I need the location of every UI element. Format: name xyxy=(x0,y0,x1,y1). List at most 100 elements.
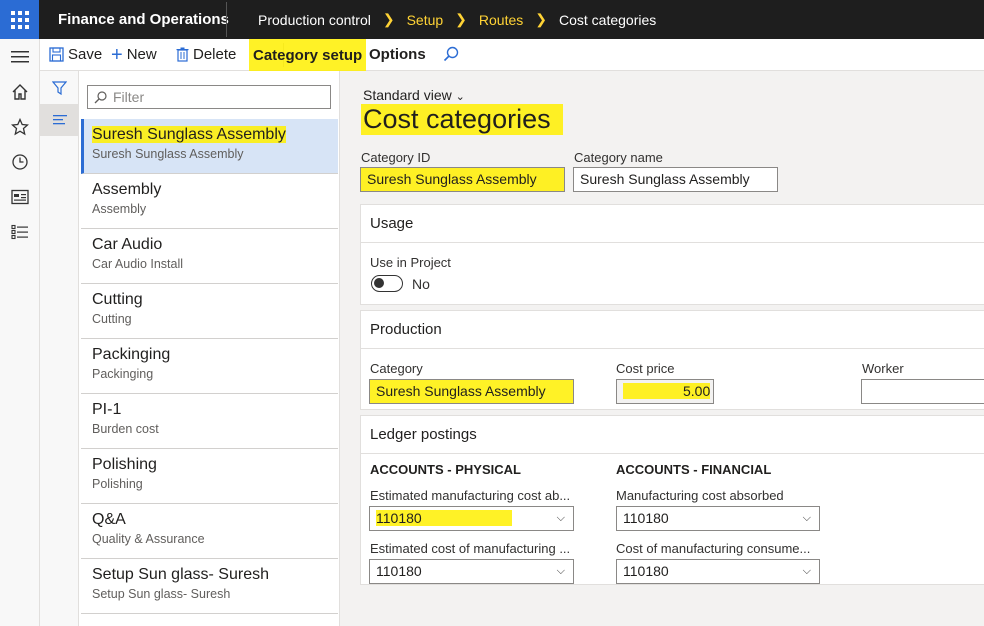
list-item[interactable]: Suresh Sunglass Assembly Suresh Sunglass… xyxy=(81,119,338,174)
home-icon[interactable] xyxy=(0,74,40,109)
list-item[interactable]: Cutting Cutting xyxy=(81,284,338,339)
funnel-filter-icon[interactable] xyxy=(52,81,67,95)
chevron-down-icon: ⌵ xyxy=(556,512,565,524)
est-absorbed-account-select[interactable]: 110180 ⌵ xyxy=(369,506,574,531)
list-item-subtitle: Car Audio Install xyxy=(92,257,184,271)
list-item-title: Cutting xyxy=(92,291,143,308)
app-launcher-icon[interactable] xyxy=(0,0,39,39)
list-filter-column xyxy=(40,71,79,626)
list-item[interactable]: PI-1 Burden cost xyxy=(81,394,338,449)
list-item[interactable]: Assembly Assembly xyxy=(81,174,338,229)
list-item-subtitle: Assembly xyxy=(92,202,147,216)
recent-clock-icon[interactable] xyxy=(0,144,40,179)
chevron-down-icon: ⌵ xyxy=(802,512,811,524)
list-item[interactable]: Packinging Packinging xyxy=(81,339,338,394)
list-item-subtitle: Polishing xyxy=(92,477,143,491)
category-name-field[interactable]: Suresh Sunglass Assembly xyxy=(573,167,778,192)
mfg-absorbed-account-select[interactable]: 110180 ⌵ xyxy=(616,506,820,531)
view-selector-label: Standard view xyxy=(363,87,452,103)
plus-icon: + xyxy=(111,43,123,66)
top-bar: Finance and Operations Production contro… xyxy=(0,0,984,39)
list-item-subtitle: Packinging xyxy=(92,367,154,381)
left-navigation xyxy=(0,39,40,626)
category-label: Category xyxy=(370,361,423,376)
list-item-title: Car Audio xyxy=(92,236,163,253)
est-consumed-account-select[interactable]: 110180 ⌵ xyxy=(369,559,574,584)
worker-field[interactable] xyxy=(861,379,984,404)
mfg-consumed-value: 110180 xyxy=(623,563,669,579)
list-item-subtitle: Setup Sun glass- Suresh xyxy=(92,587,231,601)
category-name-label: Category name xyxy=(574,150,663,165)
production-section-header[interactable]: Production xyxy=(361,311,984,349)
list-item[interactable]: Q&A Quality & Assurance xyxy=(81,504,338,559)
cost-price-field[interactable]: 5.00 xyxy=(616,379,714,404)
ledger-postings-section-header[interactable]: Ledger postings xyxy=(361,416,984,454)
list-item-subtitle: Cutting xyxy=(92,312,132,326)
list-item[interactable]: Car Audio Car Audio Install xyxy=(81,229,338,284)
chevron-right-icon: ❯ xyxy=(455,11,467,27)
chevron-down-icon: ⌄ xyxy=(455,91,465,103)
list-view-icon[interactable] xyxy=(40,104,79,136)
accounts-financial-header: ACCOUNTS - FINANCIAL xyxy=(616,462,772,477)
delete-button[interactable]: Delete xyxy=(176,46,236,63)
detail-pane: Standard view ⌄ Cost categories Category… xyxy=(341,71,984,626)
production-category-field[interactable]: Suresh Sunglass Assembly xyxy=(369,379,574,404)
list-item-title: Polishing xyxy=(92,456,157,473)
est-consumed-value: 110180 xyxy=(376,563,422,579)
tab-category-setup-label: Category setup xyxy=(253,46,363,64)
cost-price-label: Cost price xyxy=(616,361,675,376)
save-disk-icon xyxy=(49,47,64,62)
action-pane: Save + New Delete Category setup Options xyxy=(40,39,984,71)
usage-section: Usage Use in Project No xyxy=(360,204,984,305)
use-in-project-value: No xyxy=(412,276,430,292)
list-item[interactable]: Polishing Polishing xyxy=(81,449,338,504)
use-in-project-label: Use in Project xyxy=(370,255,451,270)
mfg-consumed-account-select[interactable]: 110180 ⌵ xyxy=(616,559,820,584)
delete-label: Delete xyxy=(193,46,237,63)
chevron-right-icon: ❯ xyxy=(535,11,547,27)
search-icon[interactable] xyxy=(443,46,459,62)
view-selector[interactable]: Standard view ⌄ xyxy=(363,87,465,103)
usage-section-header[interactable]: Usage xyxy=(361,205,984,243)
search-icon xyxy=(94,90,107,104)
save-button[interactable]: Save xyxy=(49,46,102,63)
tab-options-label: Options xyxy=(369,46,426,63)
list-item[interactable]: Setup Sun glass- Suresh Setup Sun glass-… xyxy=(81,559,338,614)
breadcrumb-routes[interactable]: Routes xyxy=(479,12,523,28)
chevron-right-icon: ❯ xyxy=(382,11,395,27)
filter-input[interactable]: Filter xyxy=(87,85,331,109)
list-item-subtitle: Burden cost xyxy=(92,422,159,436)
mfg-absorbed-value: 110180 xyxy=(623,510,669,526)
page-title: Cost categories xyxy=(361,104,563,135)
list-item-title: Q&A xyxy=(92,511,126,528)
breadcrumb-production-control[interactable]: Production control xyxy=(258,12,371,28)
breadcrumb-setup[interactable]: Setup xyxy=(407,12,444,28)
production-section: Production Category Suresh Sunglass Asse… xyxy=(360,310,984,410)
cost-category-list: Suresh Sunglass Assembly Suresh Sunglass… xyxy=(81,119,338,614)
workspaces-icon[interactable] xyxy=(0,179,40,214)
mfg-consumed-label: Cost of manufacturing consume... xyxy=(616,541,811,556)
list-item-title: Assembly xyxy=(92,181,162,198)
list-item-subtitle: Suresh Sunglass Assembly xyxy=(92,147,244,161)
category-id-field[interactable]: Suresh Sunglass Assembly xyxy=(360,167,565,192)
hamburger-menu-icon[interactable] xyxy=(0,39,40,74)
tab-category-setup[interactable]: Category setup xyxy=(249,39,367,71)
save-label: Save xyxy=(68,46,103,63)
divider xyxy=(226,2,227,37)
tab-options[interactable]: Options xyxy=(369,46,426,63)
worker-label: Worker xyxy=(862,361,904,376)
new-button[interactable]: + New xyxy=(111,43,157,66)
category-id-label: Category ID xyxy=(361,150,431,165)
chevron-down-icon: ⌵ xyxy=(802,565,811,577)
breadcrumb-cost-categories: Cost categories xyxy=(559,11,657,28)
favorites-star-icon[interactable] xyxy=(0,109,40,144)
app-title[interactable]: Finance and Operations xyxy=(58,11,229,28)
list-item-title: Suresh Sunglass Assembly xyxy=(92,126,286,143)
est-consumed-label: Estimated cost of manufacturing ... xyxy=(370,541,571,556)
list-item-title: Packinging xyxy=(92,346,171,363)
list-item-title: PI-1 xyxy=(92,401,122,418)
breadcrumb: Production control ❯ Setup ❯ Routes ❯ Co… xyxy=(258,11,656,28)
use-in-project-toggle[interactable] xyxy=(371,275,403,292)
list-item-subtitle: Quality & Assurance xyxy=(92,532,205,546)
modules-list-icon[interactable] xyxy=(0,214,40,249)
